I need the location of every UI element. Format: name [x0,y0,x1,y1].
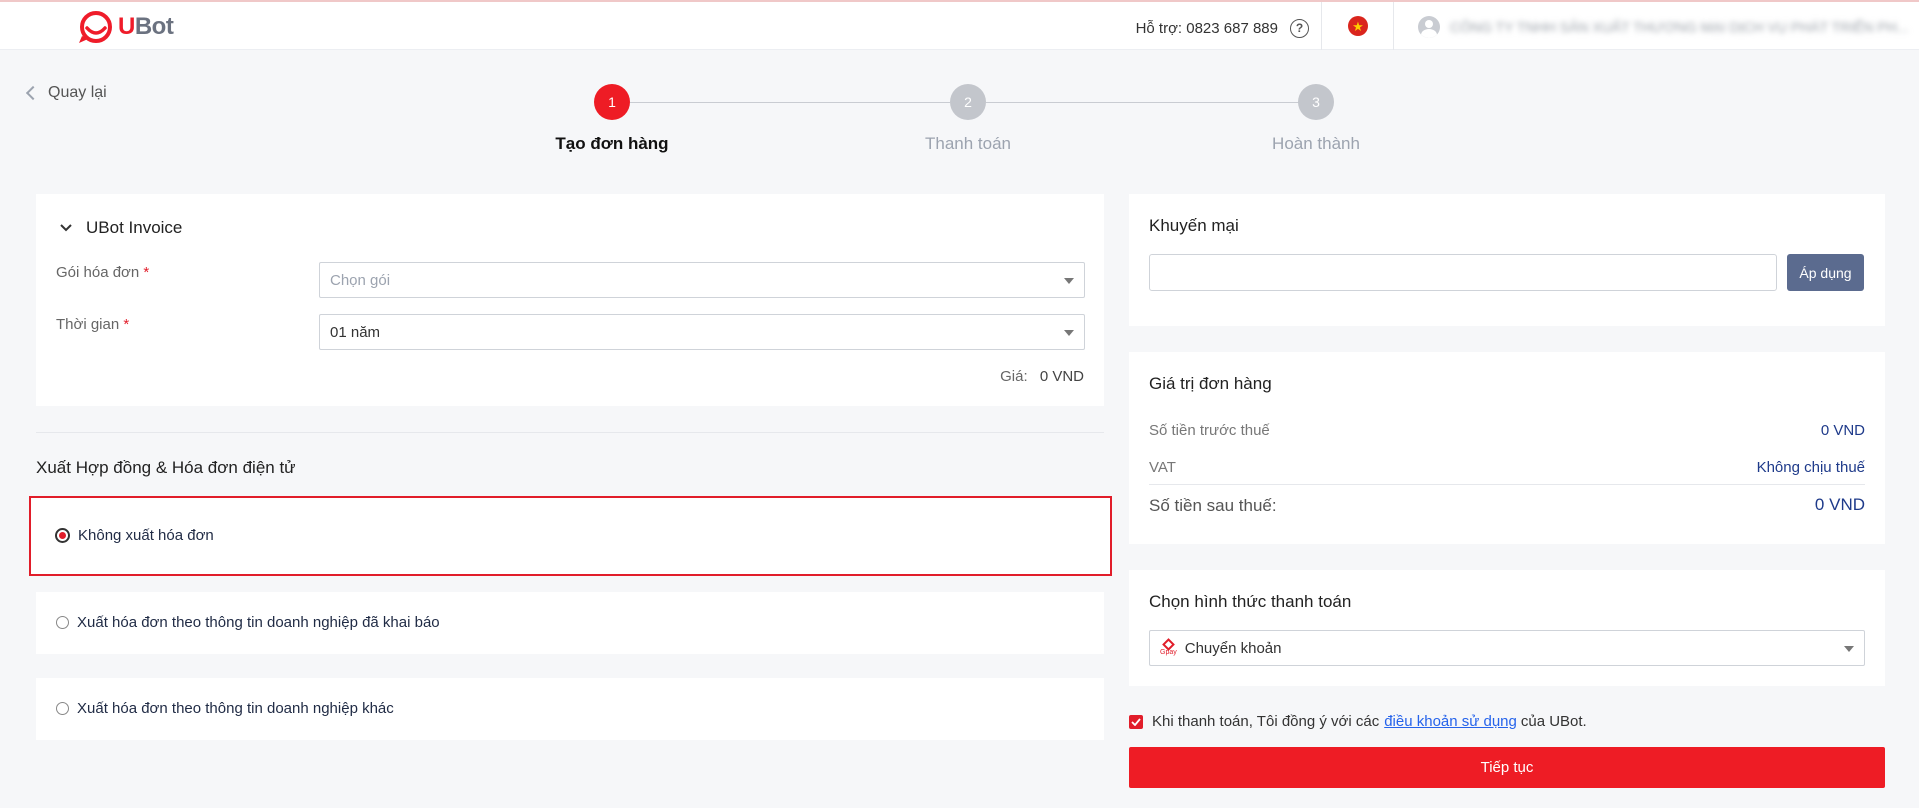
terms-checkbox[interactable] [1129,714,1143,729]
help-icon[interactable]: ? [1290,19,1309,38]
invoice-option-row: Xuất hóa đơn theo thông tin doanh nghiệp… [56,700,394,718]
package-placeholder: Chọn gói [330,271,391,289]
header-divider [1321,2,1322,50]
avatar [1418,16,1440,38]
support-phone: Hỗ trợ: 0823 687 889 [1135,20,1278,37]
duration-label-text: Thời gian [56,316,120,333]
invoice-option-declared[interactable]: Xuất hóa đơn theo thông tin doanh nghiệp… [36,592,1104,654]
option-label: Xuất hóa đơn theo thông tin doanh nghiệp… [77,614,440,632]
radio-button[interactable] [56,616,69,630]
apply-promo-button[interactable]: Áp dụng [1787,254,1864,291]
price-row: Giá: 0 VND [1000,368,1084,385]
invoice-option-row: Không xuất hóa đơn [55,527,214,545]
package-label-text: Gói hóa đơn [56,264,140,281]
caret-down-icon [1844,646,1854,652]
step-label: Thanh toán [924,134,1011,153]
order-value-title: Giá trị đơn hàng [1149,374,1272,393]
product-collapse-toggle[interactable]: UBot Invoice [60,218,182,238]
terms-prefix: Khi thanh toán, Tôi đồng ý với các [1152,713,1380,730]
option-label: Không xuất hóa đơn [78,527,214,545]
pre-tax-label: Số tiền trước thuế [1149,422,1270,439]
duration-select[interactable]: 01 năm [319,314,1085,350]
payment-title: Chọn hình thức thanh toán [1149,592,1352,611]
logo-mark-icon [76,10,116,44]
step-number: 1 [594,84,630,120]
invoice-option-none[interactable]: Không xuất hóa đơn [29,496,1112,576]
option-label: Xuất hóa đơn theo thông tin doanh nghiệp… [77,700,394,718]
checkmark-icon [1131,717,1141,726]
promo-title: Khuyến mại [1149,216,1239,235]
ubot-logo[interactable]: UBot [76,10,174,44]
logo-text: UBot [118,13,174,40]
top-header: UBot Hỗ trợ: 0823 687 889 ? ★ CÔNG TY TN… [0,2,1919,50]
caret-down-icon [1064,330,1074,336]
payment-method-select[interactable]: Gpay Chuyển khoản [1149,630,1865,666]
required-mark: * [123,316,130,333]
divider [1149,484,1865,485]
checkout-stepper: 1 Tạo đơn hàng 2 Thanh toán 3 Hoàn thành [0,84,1919,154]
step-label: Hoàn thành [1272,134,1360,153]
chevron-down-icon [60,224,72,232]
price-label: Giá: [1000,368,1028,385]
radio-button[interactable] [56,702,69,716]
caret-down-icon [1064,278,1074,284]
vietnam-flag-icon[interactable]: ★ [1348,16,1368,36]
step-number: 3 [1298,84,1334,120]
duration-label: Thời gian * [56,316,129,333]
required-mark: * [143,264,150,281]
radio-button[interactable] [55,528,70,544]
terms-row: Khi thanh toán, Tôi đồng ý với các điều … [1129,713,1587,730]
vat-label: VAT [1149,459,1176,476]
user-name: CÔNG TY TNHH SẢN XUẤT THƯƠNG MẠI DỊCH VỤ… [1450,19,1909,35]
product-card: UBot Invoice Gói hóa đơn * Chọn gói Thời… [36,194,1104,406]
promo-card: Khuyến mại Áp dụng [1129,194,1885,326]
package-select[interactable]: Chọn gói [319,262,1085,298]
duration-value: 01 năm [330,323,381,341]
invoice-export-title: Xuất Hợp đồng & Hóa đơn điện tử [36,458,296,477]
continue-button[interactable]: Tiếp tục [1129,747,1885,788]
step-complete: 3 Hoàn thành [1216,84,1416,154]
invoice-option-other[interactable]: Xuất hóa đơn theo thông tin doanh nghiệp… [36,678,1104,740]
step-create-order: 1 Tạo đơn hàng [512,84,712,154]
package-label: Gói hóa đơn * [56,264,149,281]
vat-value: Không chịu thuế [1756,459,1865,476]
invoice-option-row: Xuất hóa đơn theo thông tin doanh nghiệp… [56,614,440,632]
header-divider [1393,2,1394,50]
step-label: Tạo đơn hàng [555,134,669,153]
section-divider [36,432,1104,433]
order-value-card: Giá trị đơn hàng Số tiền trước thuế 0 VN… [1129,352,1885,544]
step-payment: 2 Thanh toán [868,84,1068,154]
user-menu[interactable]: CÔNG TY TNHH SẢN XUẤT THƯƠNG MẠI DỊCH VỤ… [1418,16,1909,38]
payment-method-value: Chuyển khoản [1184,639,1282,657]
payment-method-card: Chọn hình thức thanh toán Gpay Chuyển kh… [1129,570,1885,686]
gpay-icon: Gpay [1160,637,1177,657]
pre-tax-value: 0 VND [1820,422,1865,439]
step-number: 2 [950,84,986,120]
support-info: Hỗ trợ: 0823 687 889 ? [1136,19,1309,38]
post-tax-label: Số tiền sau thuế: [1149,496,1277,515]
terms-link[interactable]: điều khoản sử dụng [1384,713,1517,730]
promo-code-input[interactable] [1149,254,1777,291]
product-title: UBot Invoice [86,218,183,237]
price-value: 0 VND [1039,368,1084,385]
terms-suffix: của UBot. [1520,713,1587,730]
post-tax-value: 0 VND [1814,495,1865,514]
